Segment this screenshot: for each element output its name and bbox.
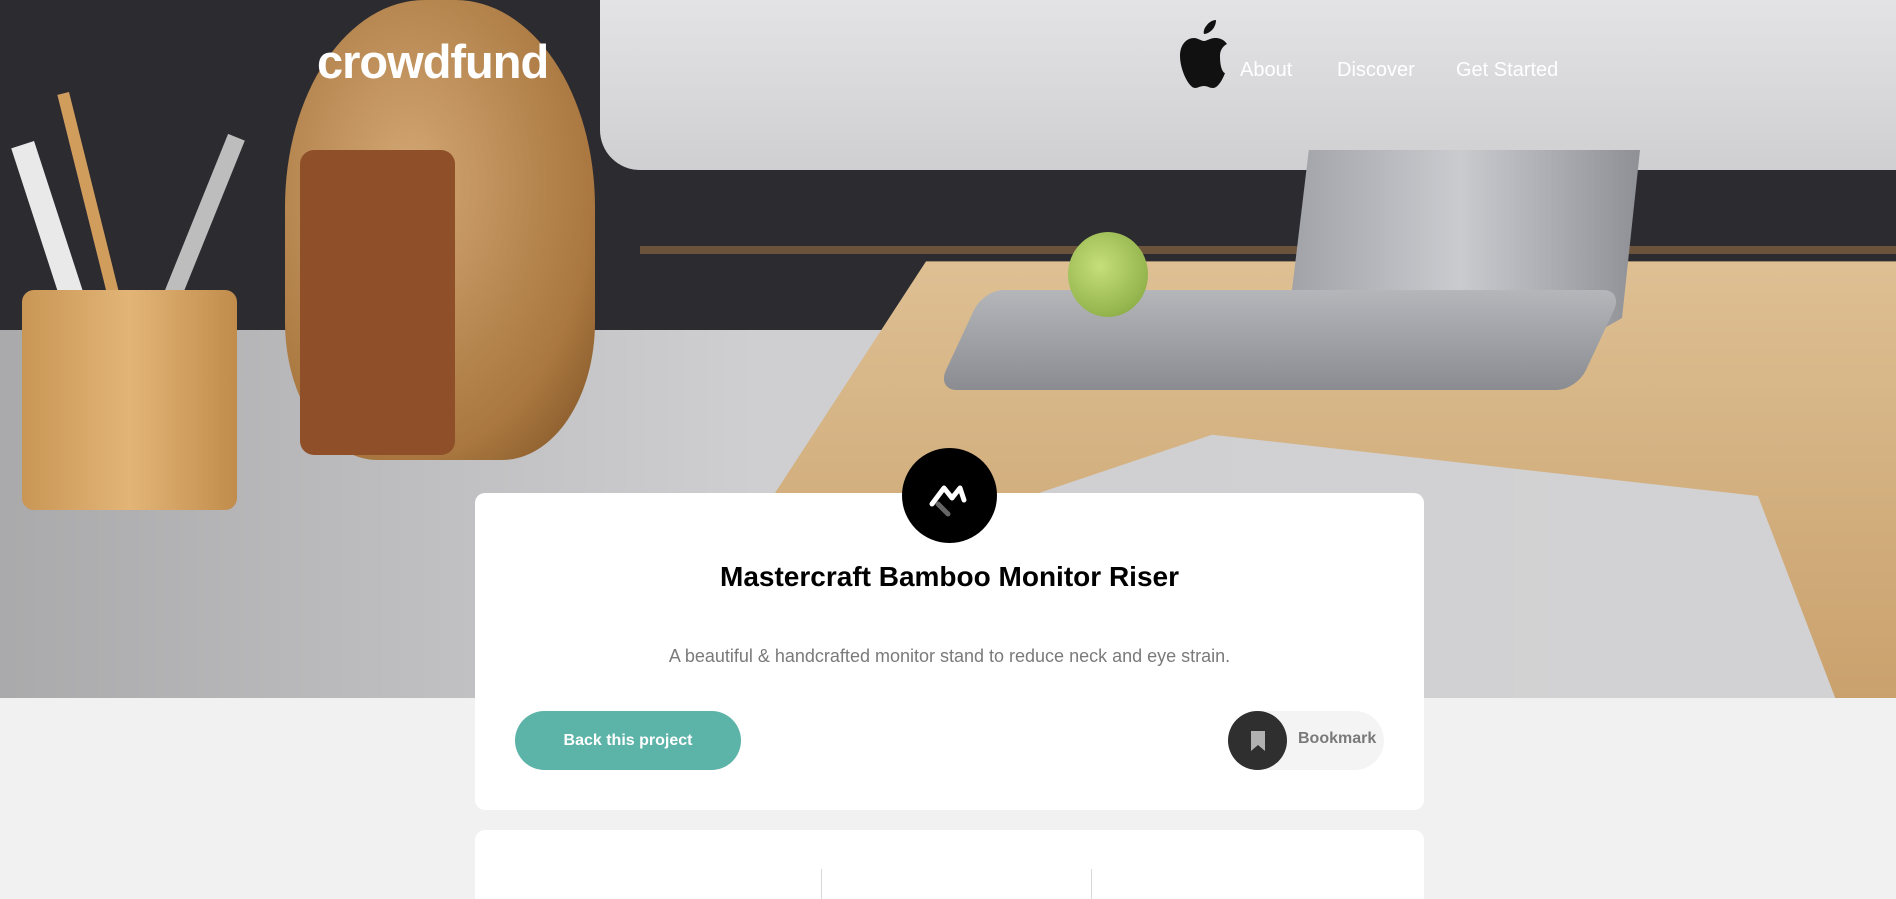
nav-discover[interactable]: Discover (1337, 59, 1415, 82)
stats-divider (821, 869, 822, 899)
bookmark-icon (1250, 730, 1265, 751)
hero-monitor (600, 0, 1896, 170)
hero-pencil-cup (22, 290, 237, 510)
brand-logo[interactable]: crowdfund (317, 34, 549, 89)
bookmark-label: Bookmark (1298, 730, 1377, 747)
stats-divider (1091, 869, 1092, 899)
back-project-button[interactable]: Back this project (515, 711, 741, 770)
mastercraft-logo-icon (902, 448, 997, 543)
nav-get-started[interactable]: Get Started (1456, 59, 1558, 82)
hero-riser-edge (640, 246, 1896, 254)
project-description: A beautiful & handcrafted monitor stand … (668, 646, 1231, 666)
bookmark-button[interactable]: Bookmark (1228, 711, 1384, 770)
project-title: Mastercraft Bamboo Monitor Riser (720, 561, 1179, 592)
nav-about[interactable]: About (1240, 59, 1292, 82)
stats-card (475, 830, 1424, 899)
bookmark-icon-circle (1228, 711, 1287, 770)
hero-speaker-grill (300, 150, 455, 455)
apple-logo-icon (1180, 20, 1227, 88)
hero-toy (1068, 232, 1148, 317)
hero-monitor-base (936, 290, 1624, 390)
